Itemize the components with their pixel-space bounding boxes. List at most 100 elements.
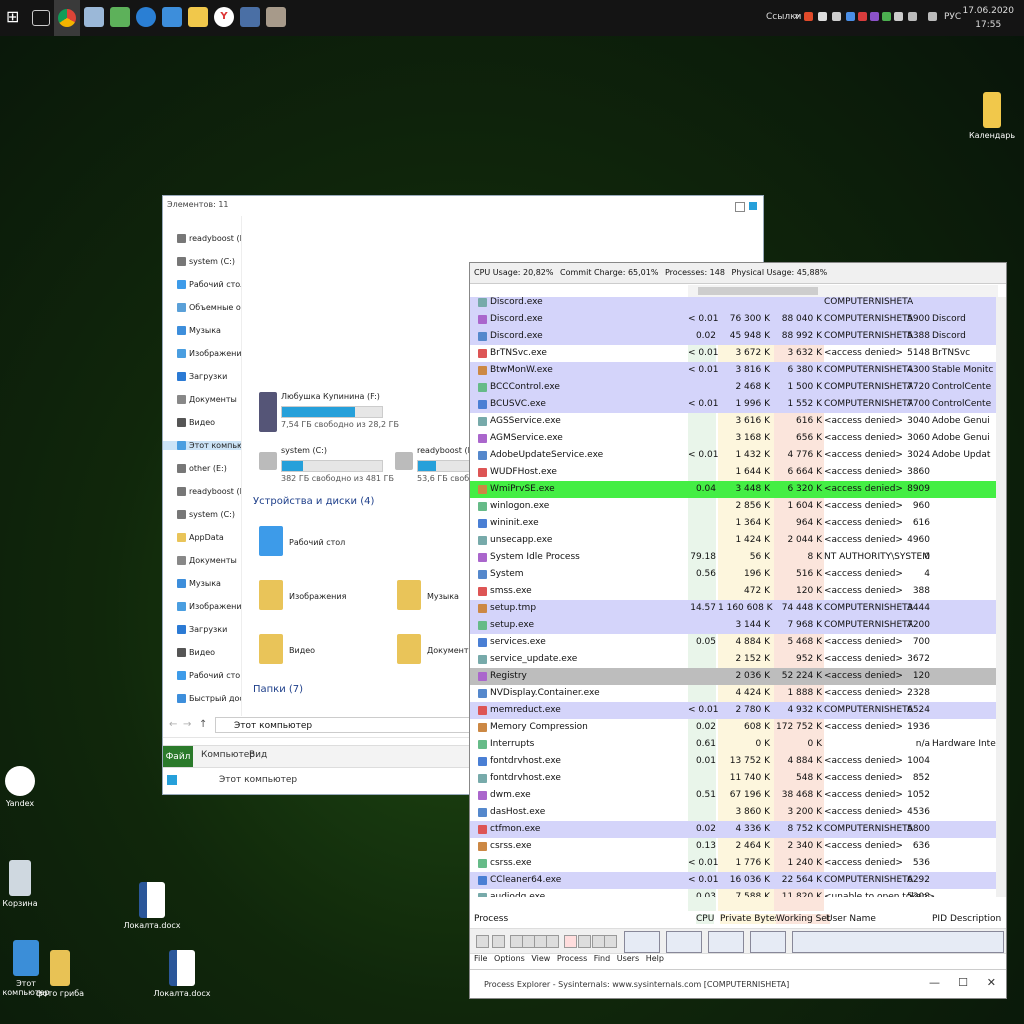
process-row[interactable]: wininit.exe 1 364 K 964 K <access denied> 61… — [470, 515, 996, 532]
ribbon-file-tab[interactable]: Файл — [163, 746, 193, 768]
desktop-icon-yandex[interactable]: Yandex — [0, 766, 52, 808]
tray-icon-7[interactable] — [882, 12, 891, 21]
yandex-icon[interactable]: Y — [214, 7, 234, 27]
cpu-graph[interactable] — [624, 931, 660, 953]
save-icon[interactable] — [476, 935, 489, 948]
process-row[interactable]: fontdrvhost.exe 0.01 13 752 K 4 884 K <acces… — [470, 753, 996, 770]
network-icon[interactable] — [908, 12, 917, 21]
volume-icon[interactable] — [928, 12, 937, 21]
vk-icon[interactable] — [240, 7, 260, 27]
desktop-icon-doc-2[interactable]: Локалта.docx — [120, 882, 184, 930]
nav-item[interactable]: Быстрый доступ — [177, 694, 241, 703]
clock[interactable]: 17.06.2020 17:55 — [962, 4, 1014, 32]
process-row[interactable]: audiodg.exe 0.03 7 588 K 11 820 K <unable to… — [470, 889, 996, 897]
process-row[interactable]: setup.exe 3 144 K7 968 K COMPUTERNISHETA 72… — [470, 617, 996, 634]
horizontal-scrollbar[interactable] — [688, 285, 998, 297]
column-process[interactable]: Process — [474, 914, 508, 924]
commit-graph[interactable] — [666, 931, 702, 953]
desktop-icon-doc-1[interactable]: Локалта.docx — [150, 950, 214, 998]
up-icon[interactable]: ↑ — [199, 719, 207, 730]
io-graph[interactable] — [708, 931, 744, 953]
process-row[interactable]: ctfmon.exe 0.02 4 336 K8 752 K COMPUTERNISH… — [470, 821, 996, 838]
back-icon[interactable]: ← — [169, 719, 177, 730]
tray-icon-1[interactable] — [804, 12, 813, 21]
process-row[interactable]: System 0.56 196 K 516 K <access denied> 4 — [470, 566, 996, 583]
menu-options[interactable]: Options — [494, 954, 525, 963]
process-row[interactable]: AdobeUpdateService.exe < 0.01 1 432 K 4 776… — [470, 447, 996, 464]
minimize-button[interactable]: — — [929, 976, 940, 989]
process-row[interactable]: BrTNSvc.exe < 0.01 3 672 K 3 632 K <access d… — [470, 345, 996, 362]
nav-item[interactable]: Документы — [177, 395, 241, 404]
nav-item[interactable]: Загрузки — [177, 372, 241, 381]
nav-item[interactable]: Объемные объ — [177, 303, 241, 312]
nav-item[interactable]: Рабочий стол — [177, 280, 241, 289]
column-user-name[interactable]: User Name — [826, 914, 876, 924]
process-row[interactable]: csrss.exe < 0.01 1 776 K 1 240 K <access den… — [470, 855, 996, 872]
process-row[interactable]: fontdrvhost.exe 11 740 K 548 K <access deni… — [470, 770, 996, 787]
control-panel-icon[interactable] — [162, 7, 182, 27]
nav-item[interactable]: Видео — [177, 648, 241, 657]
physical-memory-graph[interactable] — [750, 931, 786, 953]
column-description[interactable]: Description — [950, 914, 1001, 924]
nav-item[interactable]: system (C:) — [177, 510, 241, 519]
tray-icon-5[interactable] — [858, 12, 867, 21]
process-row[interactable]: Memory Compression 0.02 608 K 172 752 K <acc… — [470, 719, 996, 736]
process-row[interactable]: Interrupts 0.61 0 K 0 K n/a Hardware Inte — [470, 736, 996, 753]
process-row[interactable]: System Idle Process 79.18 56 K8 K NT AUTHOR… — [470, 549, 996, 566]
process-row[interactable]: dwm.exe 0.51 67 196 K 38 468 K <access denie… — [470, 787, 996, 804]
process-row[interactable]: winlogon.exe 2 856 K 1 604 K <access denied… — [470, 498, 996, 515]
scroll-thumb[interactable] — [698, 287, 818, 295]
process-row[interactable]: memreduct.exe < 0.01 2 780 K4 932 K COMPUTE… — [470, 702, 996, 719]
process-row[interactable]: smss.exe 472 K 120 K <access denied> 388 — [470, 583, 996, 600]
process-row[interactable]: dasHost.exe 3 860 K 3 200 K <access denied>… — [470, 804, 996, 821]
process-row[interactable]: unsecapp.exe 1 424 K 2 044 K <access denied… — [470, 532, 996, 549]
properties-icon[interactable] — [546, 935, 559, 948]
nav-item[interactable]: other (E:) — [177, 464, 241, 473]
nav-item[interactable]: readyboost (D — [177, 234, 241, 243]
folder-icon[interactable] — [188, 7, 208, 27]
menu-help[interactable]: Help — [646, 954, 664, 963]
input-language[interactable]: РУС — [944, 12, 961, 22]
process-row[interactable]: csrss.exe 0.13 2 464 K 2 340 K <access denie… — [470, 838, 996, 855]
column-cpu[interactable]: CPU — [696, 914, 715, 924]
quick-access-toolbar-icon[interactable] — [167, 775, 177, 785]
nav-item[interactable]: Этот компьютер — [163, 441, 241, 450]
nav-item[interactable]: Видео — [177, 418, 241, 427]
process-row[interactable]: setup.tmp 14.57 1 160 608 K 74 448 K COMPUTE… — [470, 600, 996, 617]
process-row[interactable]: Discord.exe 0.02 45 948 K 88 992 K COMPUTERN… — [470, 328, 996, 345]
process-row[interactable]: AGMService.exe 3 168 K 656 K <access denied… — [470, 430, 996, 447]
nav-item[interactable]: Документы — [177, 556, 241, 565]
group-header-folders[interactable]: Папки (7) — [253, 684, 303, 695]
notes-icon[interactable] — [110, 7, 130, 27]
desktop-icon-photo[interactable]: фото гриба — [28, 950, 92, 998]
process-row[interactable]: WmiPrvSE.exe 0.04 3 448 K 6 320 K <access de… — [470, 481, 996, 498]
nav-item[interactable]: Изображения — [177, 349, 241, 358]
nav-item[interactable]: Музыка — [177, 326, 241, 335]
nav-item[interactable]: Загрузки — [177, 625, 241, 634]
menu-find[interactable]: Find — [594, 954, 610, 963]
process-row[interactable]: Discord.exe COMPUTERNISHETA — [470, 297, 996, 311]
menu-users[interactable]: Users — [617, 954, 639, 963]
nav-item[interactable]: Музыка — [177, 579, 241, 588]
photo-icon[interactable] — [266, 7, 286, 27]
process-row[interactable]: WUDFHost.exe 1 644 K 6 664 K <access denied… — [470, 464, 996, 481]
group-header-devices[interactable]: Устройства и диски (4) — [253, 496, 374, 507]
maximize-button[interactable]: ☐ — [958, 976, 968, 989]
toolbar-expand-icon[interactable]: » — [794, 11, 800, 22]
view-details-icon[interactable] — [749, 202, 757, 210]
tray-icon-4[interactable] — [846, 12, 855, 21]
process-row[interactable]: CCleaner64.exe < 0.01 16 036 K 22 564 K COMP… — [470, 872, 996, 889]
edge-icon[interactable] — [136, 7, 156, 27]
nav-item[interactable]: Рабочий сто — [177, 671, 241, 680]
process-row[interactable]: service_update.exe 2 152 K 952 K <access de… — [470, 651, 996, 668]
process-row[interactable]: AGSService.exe 3 616 K 616 K <access denied… — [470, 413, 996, 430]
tray-icon-6[interactable] — [870, 12, 879, 21]
menu-process[interactable]: Process — [557, 954, 587, 963]
start-icon[interactable]: ⊞ — [6, 7, 26, 27]
ribbon-tab-view[interactable]: Вид — [249, 750, 267, 760]
view-list-icon[interactable] — [735, 202, 745, 212]
desktop-icon-recycle-bin[interactable]: Корзина — [0, 860, 52, 908]
process-row[interactable]: NVDisplay.Container.exe 4 424 K 1 888 K <ac… — [470, 685, 996, 702]
ribbon-tab-computer[interactable]: Компьютер — [201, 750, 255, 760]
find-icon[interactable] — [578, 935, 591, 948]
